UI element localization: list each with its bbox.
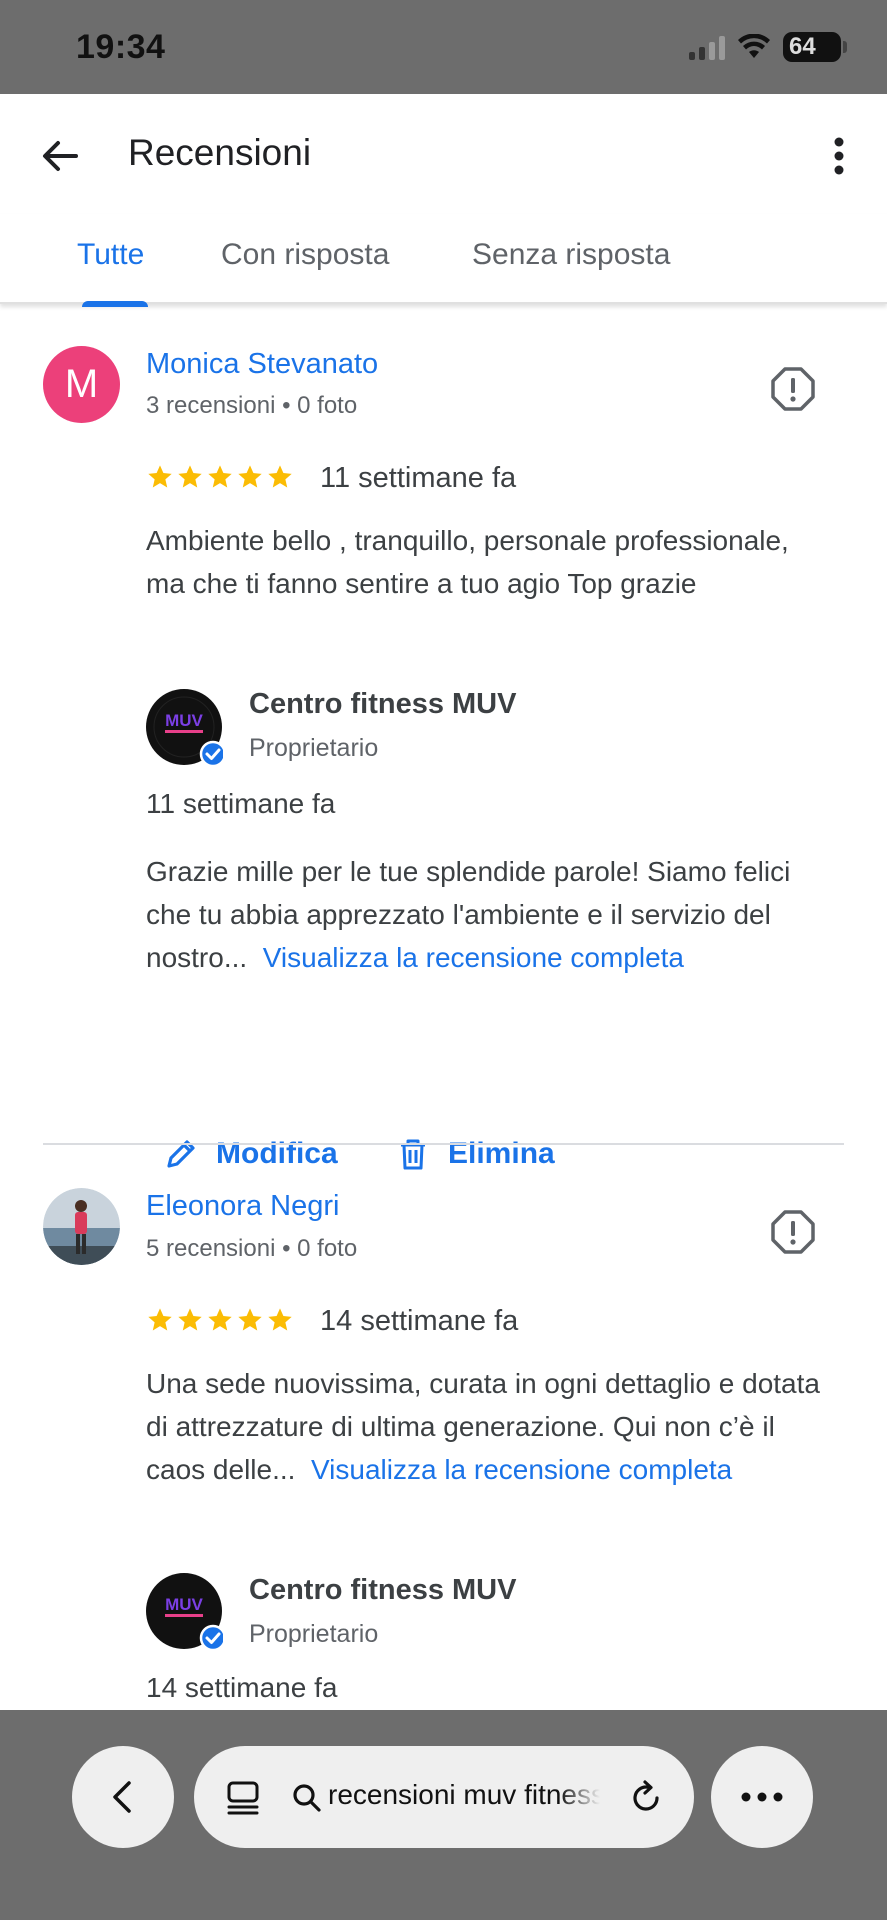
owner-reply-date: 11 settimane fa [146, 788, 336, 819]
browser-back-button[interactable] [72, 1746, 174, 1848]
star-rating [146, 463, 294, 491]
avatar[interactable]: M [43, 346, 120, 423]
reviewer-name[interactable]: Eleonora Negri [146, 1190, 339, 1223]
avatar[interactable] [43, 1188, 120, 1265]
review-text-block: Una sede nuovissima, curata in ogni dett… [146, 1362, 826, 1491]
address-bar[interactable]: recensioni muv fitness [194, 1746, 694, 1848]
star-icon [238, 1308, 262, 1331]
reviewer-meta: 3 recensioni • 0 foto [146, 392, 358, 419]
star-icon [268, 465, 292, 488]
app-bar: Recensioni [0, 94, 887, 214]
owner-role: Proprietario [249, 734, 379, 762]
browser-toolbar: recensioni muv fitness [0, 1710, 887, 1920]
svg-text:MUV: MUV [165, 711, 203, 730]
review-date: 14 settimane fa [320, 1305, 519, 1337]
owner-reply-date: 14 settimane fa [146, 1672, 338, 1703]
tab-without-reply[interactable]: Senza risposta [472, 238, 670, 272]
star-icon [148, 465, 172, 488]
owner-role: Proprietario [249, 1620, 379, 1648]
back-arrow-icon[interactable] [32, 128, 88, 184]
star-icon [178, 465, 202, 488]
business-logo: MUV [146, 1573, 223, 1650]
star-icon [178, 1308, 202, 1331]
more-horiz-icon [741, 1792, 783, 1802]
cellular-signal-icon [689, 34, 725, 60]
tab-with-reply[interactable]: Con risposta [221, 238, 389, 272]
reviews-screen: Recensioni Tutte Con risposta Senza risp… [0, 94, 887, 1710]
view-full-review-link[interactable]: Visualizza la recensione completa [263, 942, 684, 973]
owner-name: Centro fitness MUV [249, 1574, 517, 1606]
browser-more-button[interactable] [711, 1746, 813, 1848]
business-logo: MUV [146, 689, 223, 766]
view-full-review-link[interactable]: Visualizza la recensione completa [311, 1454, 732, 1485]
battery-level: 64 [789, 33, 816, 60]
star-icon [208, 1308, 232, 1331]
report-flag-icon[interactable] [770, 366, 816, 412]
tab-all[interactable]: Tutte [77, 238, 144, 272]
active-tab-indicator [82, 301, 148, 307]
star-icon [208, 465, 232, 488]
review-divider [43, 1143, 844, 1145]
tabs-overview-icon[interactable] [224, 1779, 262, 1817]
report-flag-icon[interactable] [770, 1209, 816, 1255]
reviewer-meta: 5 recensioni • 0 foto [146, 1235, 358, 1262]
star-rating [146, 1306, 294, 1334]
status-icons: 64 [689, 32, 847, 62]
reload-icon[interactable] [626, 1778, 666, 1818]
star-icon [238, 465, 262, 488]
review-date: 11 settimane fa [320, 462, 517, 494]
star-icon [268, 1308, 292, 1331]
page-title: Recensioni [128, 132, 312, 173]
wifi-icon [738, 34, 770, 58]
review-text: Ambiente bello , tranquillo, personale p… [146, 525, 789, 599]
status-bar: 19:34 64 [0, 0, 887, 94]
owner-reply-text: Grazie mille per le tue splendide parole… [146, 850, 826, 979]
chevron-left-icon [113, 1781, 131, 1813]
owner-name: Centro fitness MUV [249, 688, 517, 720]
more-vert-icon[interactable] [819, 128, 859, 184]
battery-icon: 64 [783, 32, 847, 62]
search-icon [293, 1784, 321, 1812]
svg-text:MUV: MUV [165, 1595, 203, 1614]
url-text: recensioni muv fitness [328, 1779, 600, 1810]
star-icon [148, 1308, 172, 1331]
reviewer-name[interactable]: Monica Stevanato [146, 348, 378, 381]
status-time: 19:34 [76, 28, 166, 66]
